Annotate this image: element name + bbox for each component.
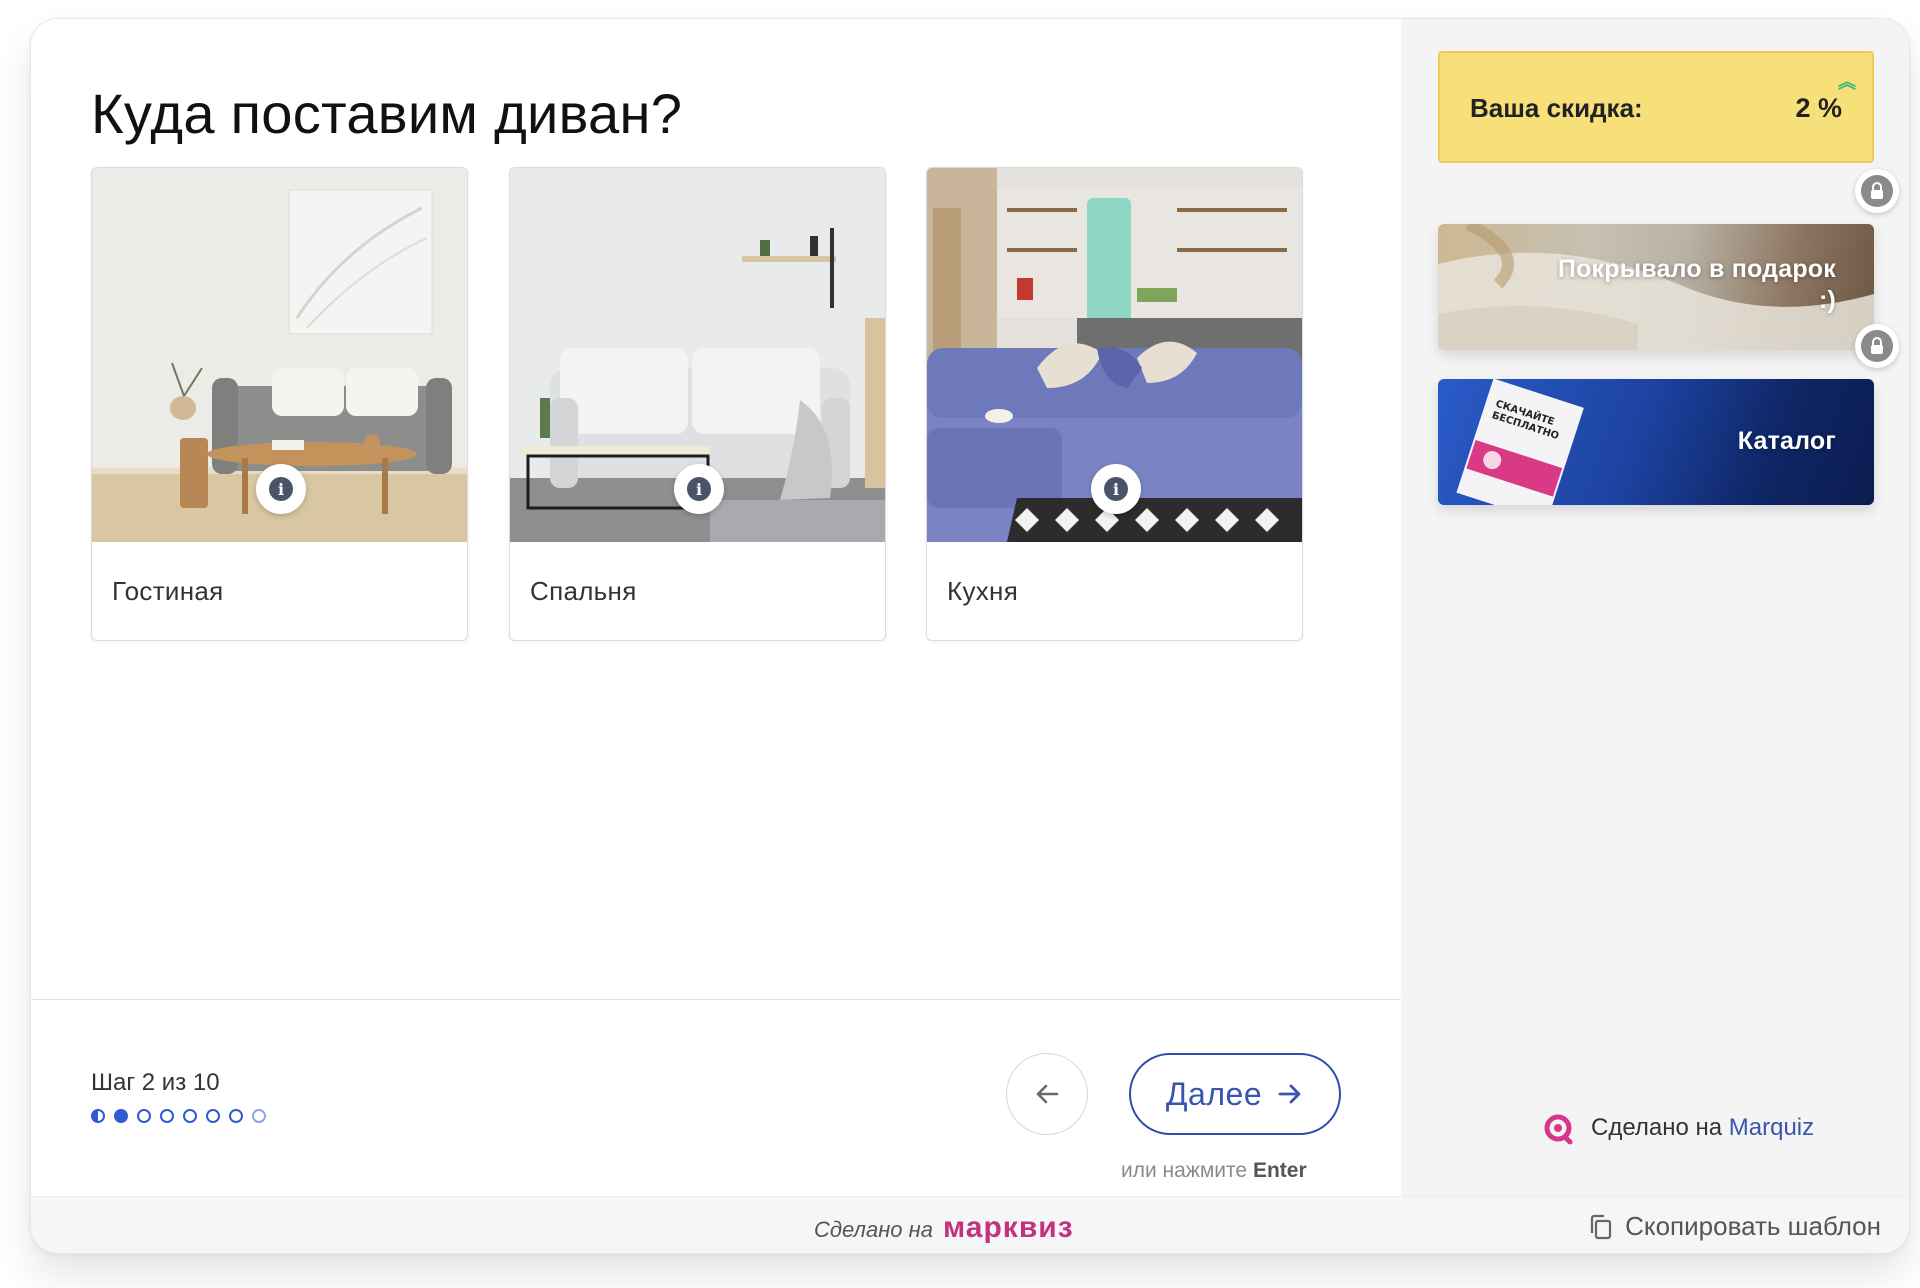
step-progress-dots — [91, 1109, 266, 1123]
option-label: Кухня — [947, 576, 1019, 606]
double-chevron-up-icon: ︽ — [1838, 72, 1856, 92]
discount-panel: Ваша скидка: 2 % ︽ — [1438, 51, 1874, 163]
bonus-sidebar: Ваша скидка: 2 % ︽ Покрывало в подарок :… — [1401, 19, 1909, 1196]
option-label: Гостиная — [112, 576, 224, 606]
discount-label: Ваша скидка: — [1470, 93, 1643, 123]
bonus-lock-badge — [1855, 169, 1899, 213]
copy-template-label: Скопировать шаблон — [1625, 1211, 1881, 1241]
info-icon: i — [687, 477, 711, 501]
progress-dot — [206, 1109, 220, 1123]
progress-dot — [91, 1109, 105, 1123]
enter-hint: или нажмите Enter — [1121, 1159, 1307, 1183]
progress-dot — [252, 1109, 266, 1123]
discount-value: 2 % — [1795, 93, 1842, 123]
option-card-kitchen[interactable]: i Кухня — [926, 167, 1303, 641]
footer-divider — [31, 999, 1401, 1000]
made-on-prefix: Сделано на — [1591, 1114, 1723, 1141]
progress-dot — [183, 1109, 197, 1123]
bonus-label-line: :) — [1818, 286, 1836, 314]
bonus-label-line: Покрывало в подарок — [1557, 255, 1836, 283]
info-icon: i — [1104, 477, 1128, 501]
info-icon: i — [269, 477, 293, 501]
bonus-card-catalog[interactable]: СКАЧАЙТЕ БЕСПЛАТНО Каталог — [1438, 379, 1874, 505]
next-button-label: Далее — [1165, 1075, 1263, 1112]
step-indicator-text: Шаг 2 из 10 — [91, 1069, 220, 1096]
lock-icon — [1871, 337, 1883, 354]
option-info-button[interactable]: i — [256, 464, 306, 514]
option-info-button[interactable]: i — [674, 464, 724, 514]
bonus-label: Покрывало в подарок :) — [1558, 254, 1836, 316]
markviz-logo: марквиз — [943, 1211, 1074, 1244]
bottom-bar: Сделано на марквиз Скопировать шаблон — [31, 1196, 1909, 1253]
progress-dot — [160, 1109, 174, 1123]
option-card-living-room[interactable]: i Гостиная — [91, 167, 468, 641]
bonus-label: Каталог — [1737, 427, 1836, 455]
back-button[interactable] — [1006, 1053, 1088, 1135]
copy-icon — [1591, 1214, 1612, 1239]
made-on-markviz[interactable]: Сделано на марквиз — [814, 1211, 1074, 1245]
progress-dot — [137, 1109, 151, 1123]
marquiz-logo-icon — [1544, 1114, 1573, 1145]
enter-hint-prefix: или нажмите — [1121, 1159, 1248, 1182]
progress-dot — [229, 1109, 243, 1123]
arrow-right-icon — [1278, 1084, 1301, 1104]
bonus-lock-badge — [1855, 324, 1899, 368]
option-card-bedroom[interactable]: i Спальня — [509, 167, 886, 641]
copy-template-button[interactable]: Скопировать шаблон — [1589, 1211, 1881, 1242]
option-label: Спальня — [530, 576, 637, 606]
bonus-card-blanket[interactable]: Покрывало в подарок :) — [1438, 224, 1874, 350]
made-on-prefix: Сделано на — [814, 1217, 933, 1242]
marquiz-brand-link[interactable]: Marquiz — [1729, 1114, 1814, 1141]
made-on-marquiz-link[interactable]: Сделано на Marquiz — [1541, 1111, 1814, 1145]
lock-icon — [1871, 182, 1883, 199]
next-button[interactable]: Далее — [1129, 1053, 1341, 1135]
quiz-main-area: Куда поставим диван? i Гостиная i Спальн… — [31, 19, 1401, 1196]
option-info-button[interactable]: i — [1091, 464, 1141, 514]
progress-dot-current — [114, 1109, 128, 1123]
question-title: Куда поставим диван? — [91, 82, 683, 145]
quiz-window: Куда поставим диван? i Гостиная i Спальн… — [30, 18, 1910, 1254]
arrow-left-icon — [1036, 1084, 1059, 1104]
enter-hint-key: Enter — [1252, 1159, 1307, 1182]
